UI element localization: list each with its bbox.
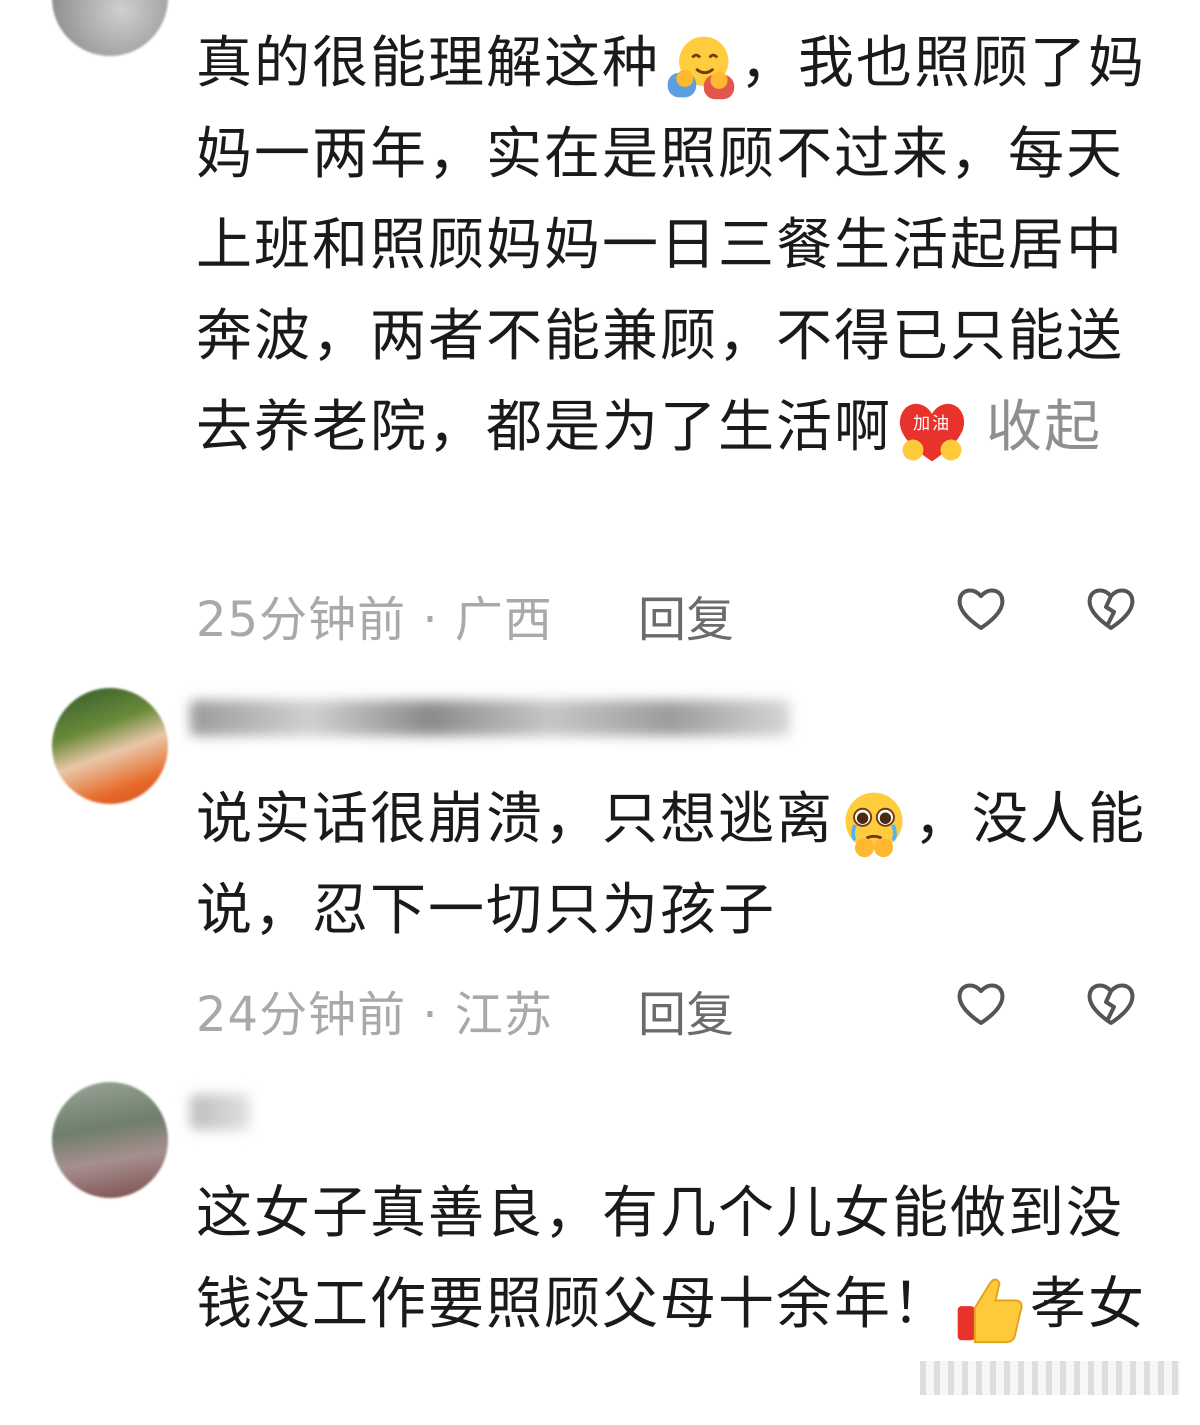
broken-heart-icon[interactable] bbox=[1083, 580, 1139, 636]
meta-separator: · bbox=[422, 592, 439, 648]
comment-text-part: 孝女 bbox=[1030, 1272, 1146, 1337]
comment-location: 广西 bbox=[454, 592, 553, 648]
svg-text:加油: 加油 bbox=[913, 414, 951, 434]
pleading-crying-face-emoji bbox=[845, 792, 903, 858]
comment-time: 25分钟前 bbox=[196, 592, 407, 648]
broken-heart-icon[interactable] bbox=[1083, 975, 1139, 1031]
comment-text-part: 真的很能理解这种 bbox=[196, 31, 660, 96]
comment-text: 真的很能理解这种 ，我也照顾了妈妈一两年，实在是照顾不过来，每天上班和照顾妈妈一… bbox=[196, 18, 1156, 473]
thumbs-up-emoji bbox=[957, 1278, 1023, 1344]
reply-button[interactable]: 回复 bbox=[638, 975, 734, 1045]
comment-location: 江苏 bbox=[454, 987, 553, 1043]
comment-text-part: 说实话很崩溃，只想逃离 bbox=[196, 787, 834, 852]
collapse-button[interactable]: 收起 bbox=[986, 395, 1102, 460]
username-blurred[interactable] bbox=[190, 700, 790, 736]
comment-meta: 25分钟前 · 广西 bbox=[196, 580, 553, 650]
hugging-face-emoji bbox=[667, 36, 735, 100]
reply-button[interactable]: 回复 bbox=[638, 580, 734, 650]
heart-outline-icon[interactable] bbox=[953, 580, 1009, 636]
comment-time: 24分钟前 bbox=[196, 987, 407, 1043]
comment-text: 这女子真善良，有几个儿女能做到没钱没工作要照顾父母十余年！ 孝女 bbox=[196, 1168, 1156, 1350]
comment-text: 说实话很崩溃，只想逃离 ，没人能说，忍下一切只为孩子 bbox=[196, 774, 1156, 956]
heart-outline-icon[interactable] bbox=[953, 975, 1009, 1031]
meta-separator: · bbox=[422, 987, 439, 1043]
comment-meta: 24分钟前 · 江苏 bbox=[196, 975, 553, 1045]
avatar[interactable] bbox=[52, 1082, 168, 1198]
watermark bbox=[920, 1361, 1180, 1395]
username-blurred[interactable] bbox=[190, 1094, 250, 1130]
avatar[interactable] bbox=[52, 0, 168, 56]
jiayou-heart-emoji: 加油 bbox=[899, 403, 965, 462]
avatar[interactable] bbox=[52, 688, 168, 804]
